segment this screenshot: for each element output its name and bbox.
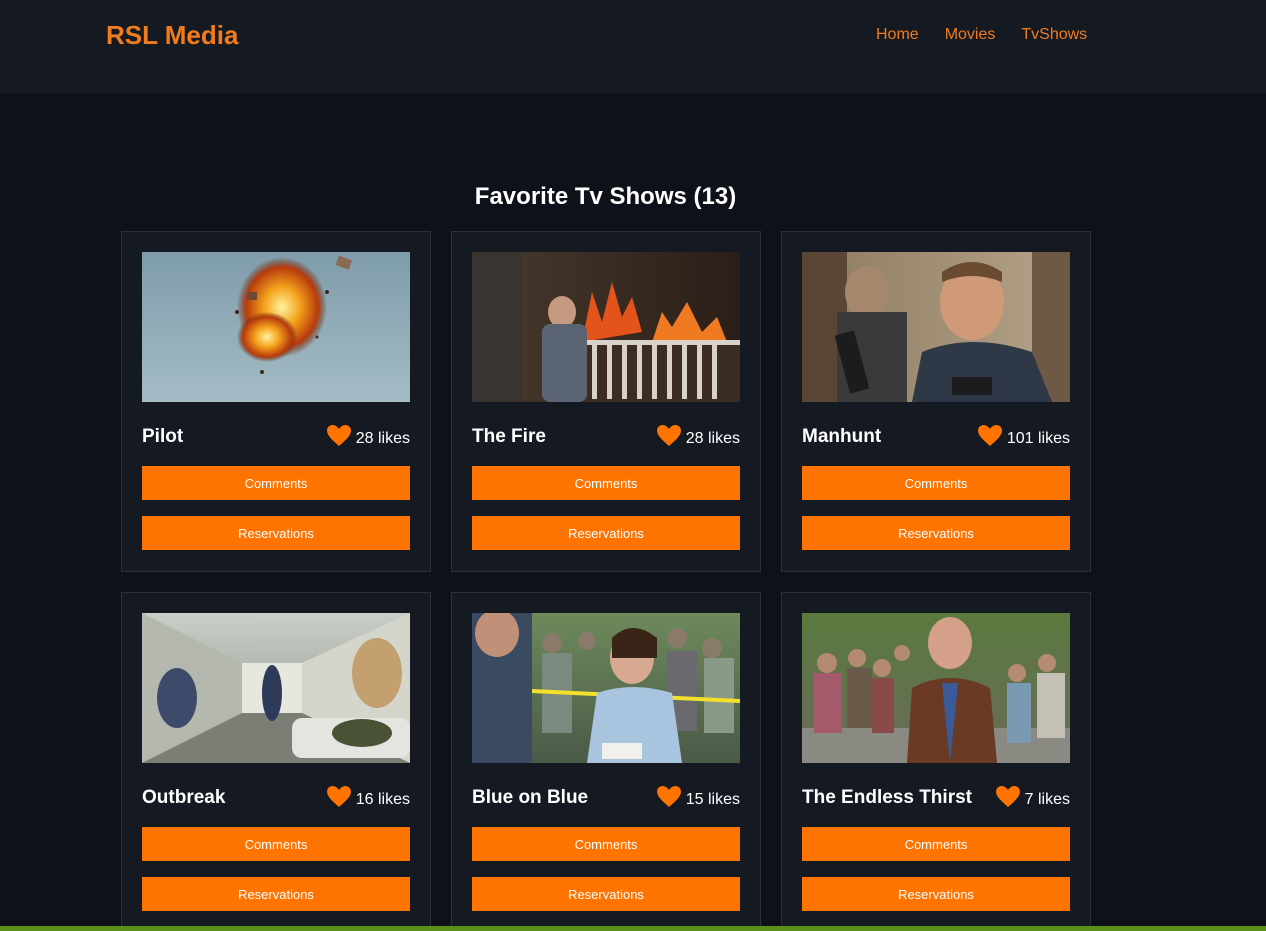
show-thumbnail[interactable] [472,613,740,763]
comments-button[interactable]: Comments [472,827,740,861]
likes-group: 28 likes [326,425,410,447]
show-title: Pilot [142,426,184,447]
likes-count: 101 likes [1006,430,1070,447]
comments-button[interactable]: Comments [802,827,1070,861]
heart-icon[interactable] [656,425,681,447]
show-card: Pilot 28 likes Comments Reservations [121,231,431,572]
likes-group: 7 likes [995,786,1070,808]
reservations-button[interactable]: Reservations [472,877,740,911]
likes-count: 28 likes [685,430,740,447]
reservations-button[interactable]: Reservations [142,516,410,550]
show-card: Outbreak 16 likes Comments Reservations [121,592,431,931]
likes-count: 7 likes [1024,791,1070,808]
nav-home-link[interactable]: Home [876,26,919,44]
site-header: RSL Media Home Movies TvShows [0,0,1266,93]
show-card: Manhunt 101 likes Comments Reservations [781,231,1091,572]
show-thumbnail[interactable] [142,252,410,402]
show-title: Outbreak [142,787,226,808]
show-title: The Endless Thirst [802,787,972,808]
show-thumbnail[interactable] [802,252,1070,402]
likes-group: 15 likes [656,786,740,808]
reservations-button[interactable]: Reservations [802,877,1070,911]
likes-group: 16 likes [326,786,410,808]
show-thumbnail[interactable] [472,252,740,402]
likes-group: 101 likes [977,425,1070,447]
show-title: The Fire [472,426,546,447]
shows-grid: Pilot 28 likes Comments Reservations The… [121,231,1091,931]
heart-icon[interactable] [656,786,681,808]
likes-count: 28 likes [355,430,410,447]
reservations-button[interactable]: Reservations [802,516,1070,550]
show-thumbnail[interactable] [142,613,410,763]
nav-tvshows-link[interactable]: TvShows [1021,26,1087,44]
comments-button[interactable]: Comments [142,466,410,500]
show-thumbnail[interactable] [802,613,1070,763]
likes-count: 15 likes [685,791,740,808]
show-card: The Endless Thirst 7 likes Comments Rese… [781,592,1091,931]
reservations-button[interactable]: Reservations [142,877,410,911]
show-card: Blue on Blue 15 likes Comments Reservati… [451,592,761,931]
page-title: Favorite Tv Shows (13) [474,183,737,210]
comments-button[interactable]: Comments [802,466,1070,500]
brand-logo[interactable]: RSL Media [106,20,238,51]
show-title: Blue on Blue [472,787,589,808]
likes-count: 16 likes [355,791,410,808]
nav-movies-link[interactable]: Movies [945,26,996,44]
likes-group: 28 likes [656,425,740,447]
comments-button[interactable]: Comments [142,827,410,861]
heart-icon[interactable] [995,786,1020,808]
heart-icon[interactable] [326,425,351,447]
heart-icon[interactable] [326,786,351,808]
main-nav: Home Movies TvShows [876,26,1113,44]
bottom-edge-bar [0,926,1266,931]
show-title: Manhunt [802,426,882,447]
show-card: The Fire 28 likes Comments Reservations [451,231,761,572]
heart-icon[interactable] [977,425,1002,447]
reservations-button[interactable]: Reservations [472,516,740,550]
comments-button[interactable]: Comments [472,466,740,500]
